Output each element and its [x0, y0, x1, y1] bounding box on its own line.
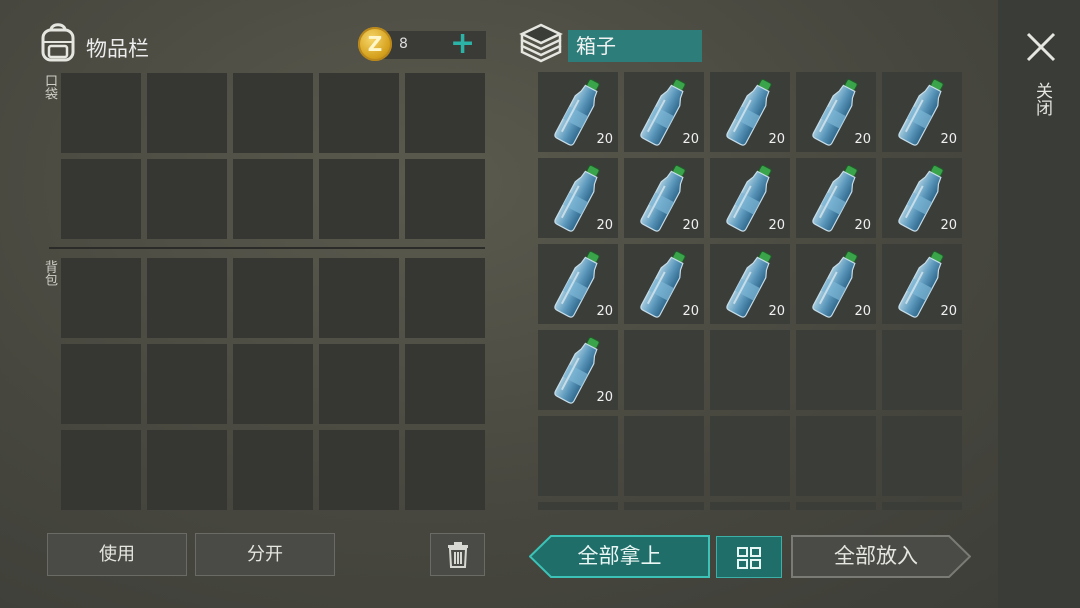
pocket-slot[interactable] [319, 159, 399, 239]
backpack-slot[interactable] [319, 430, 399, 510]
section-divider [49, 247, 485, 249]
backpack-slot[interactable] [233, 344, 313, 424]
item-quantity: 20 [768, 304, 785, 319]
trash-icon [448, 542, 468, 568]
box-slot[interactable]: 20 [796, 244, 876, 324]
item-quantity: 20 [940, 218, 957, 233]
box-stack-icon [518, 22, 564, 64]
box-slot[interactable]: 20 [710, 72, 790, 152]
box-slot[interactable] [710, 502, 790, 510]
backpack-slot[interactable] [233, 430, 313, 510]
pocket-slot[interactable] [233, 159, 313, 239]
backpack-slot[interactable] [147, 344, 227, 424]
backpack-slot[interactable] [233, 258, 313, 338]
close-label[interactable]: 关闭 [1030, 82, 1055, 116]
split-button[interactable]: 分开 [195, 533, 335, 576]
add-coins-button[interactable]: + [450, 27, 475, 61]
pocket-slot[interactable] [147, 73, 227, 153]
box-slot[interactable]: 20 [624, 158, 704, 238]
item-quantity: 20 [940, 304, 957, 319]
item-quantity: 20 [854, 132, 871, 147]
item-quantity: 20 [768, 218, 785, 233]
sort-button[interactable] [716, 536, 782, 578]
backpack-slot[interactable] [61, 430, 141, 510]
backpack-label: 背包 [42, 260, 57, 286]
put-all-button[interactable]: 全部放入 [791, 535, 971, 578]
put-all-label: 全部放入 [834, 544, 918, 568]
sort-grid-icon [737, 547, 761, 569]
box-slot[interactable]: 20 [882, 72, 962, 152]
box-slot[interactable] [624, 416, 704, 496]
item-quantity: 20 [596, 390, 613, 405]
backpack-slot[interactable] [147, 430, 227, 510]
box-slot[interactable] [624, 502, 704, 510]
backpack-slot[interactable] [405, 344, 485, 424]
box-slot[interactable] [710, 330, 790, 410]
backpack-slot[interactable] [147, 258, 227, 338]
box-slot[interactable] [538, 502, 618, 510]
item-quantity: 20 [596, 304, 613, 319]
pocket-slot[interactable] [61, 159, 141, 239]
box-grid: 20 20 20 20 20 20 20 20 20 20 20 20 20 2… [538, 72, 964, 510]
backpack-grid [61, 258, 487, 510]
item-quantity: 20 [768, 132, 785, 147]
coin-counter: Z 8 + [358, 27, 486, 63]
box-slot[interactable] [538, 416, 618, 496]
pocket-label: 口袋 [42, 74, 57, 100]
box-slot[interactable] [882, 330, 962, 410]
close-button[interactable] [1022, 28, 1060, 66]
box-slot[interactable]: 20 [538, 330, 618, 410]
coin-icon: Z [358, 27, 392, 61]
coin-count: 8 [399, 36, 408, 52]
pocket-slot[interactable] [405, 159, 485, 239]
backpack-slot[interactable] [319, 344, 399, 424]
box-slot[interactable]: 20 [624, 244, 704, 324]
box-slot[interactable] [710, 416, 790, 496]
use-button[interactable]: 使用 [47, 533, 187, 576]
pocket-grid [61, 73, 487, 241]
box-slot[interactable]: 20 [710, 158, 790, 238]
box-slot[interactable] [796, 502, 876, 510]
pocket-slot[interactable] [61, 73, 141, 153]
box-slot[interactable] [882, 416, 962, 496]
backpack-slot[interactable] [61, 258, 141, 338]
backpack-icon [38, 20, 78, 64]
item-quantity: 20 [682, 304, 699, 319]
pocket-slot[interactable] [405, 73, 485, 153]
box-slot[interactable]: 20 [882, 158, 962, 238]
item-quantity: 20 [854, 218, 871, 233]
box-slot[interactable]: 20 [538, 244, 618, 324]
discard-button[interactable] [430, 533, 485, 576]
backpack-slot[interactable] [61, 344, 141, 424]
take-all-label: 全部拿上 [577, 544, 662, 568]
pocket-slot[interactable] [233, 73, 313, 153]
backpack-slot[interactable] [405, 258, 485, 338]
close-icon [1026, 32, 1056, 62]
box-slot[interactable] [796, 416, 876, 496]
box-slot[interactable]: 20 [538, 72, 618, 152]
pocket-slot[interactable] [147, 159, 227, 239]
item-quantity: 20 [854, 304, 871, 319]
box-slot[interactable]: 20 [710, 244, 790, 324]
box-slot[interactable]: 20 [538, 158, 618, 238]
backpack-slot[interactable] [319, 258, 399, 338]
inventory-title: 物品栏 [86, 37, 149, 61]
box-name-field[interactable]: 箱子 [568, 30, 702, 62]
item-quantity: 20 [596, 218, 613, 233]
pocket-slot[interactable] [319, 73, 399, 153]
item-quantity: 20 [682, 218, 699, 233]
coin-letter: Z [367, 32, 383, 56]
box-slot[interactable] [624, 330, 704, 410]
backpack-slot[interactable] [405, 430, 485, 510]
item-quantity: 20 [682, 132, 699, 147]
box-slot[interactable]: 20 [796, 158, 876, 238]
item-quantity: 20 [596, 132, 613, 147]
box-slot[interactable]: 20 [882, 244, 962, 324]
box-slot[interactable] [882, 502, 962, 510]
box-slot[interactable]: 20 [624, 72, 704, 152]
box-slot[interactable] [796, 330, 876, 410]
take-all-button[interactable]: 全部拿上 [529, 535, 710, 578]
item-quantity: 20 [940, 132, 957, 147]
box-slot[interactable]: 20 [796, 72, 876, 152]
